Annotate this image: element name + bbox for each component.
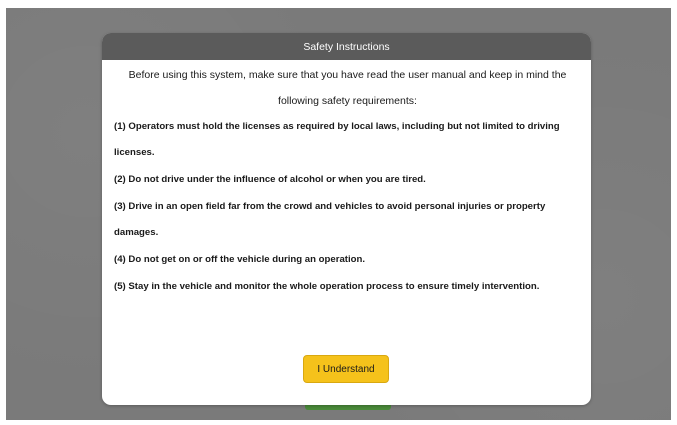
safety-dialog: Safety Instructions Before using this sy…: [102, 33, 591, 405]
intro-text: Before using this system, make sure that…: [128, 69, 567, 107]
safety-rule: (2) Do not drive under the influence of …: [114, 174, 426, 185]
safety-rule: (4) Do not get on or off the vehicle dur…: [114, 254, 366, 265]
app-screen: Safety Instructions Before using this sy…: [6, 8, 671, 420]
i-understand-button[interactable]: I Understand: [303, 355, 389, 383]
dialog-body: Before using this system, make sure that…: [102, 62, 591, 300]
safety-rule: (1) Operators must hold the licenses as …: [114, 121, 560, 158]
dialog-header: Safety Instructions: [102, 33, 591, 60]
dialog-title: Safety Instructions: [303, 40, 390, 53]
safety-rule: (3) Drive in an open field far from the …: [114, 201, 546, 238]
safety-rules-list: (1) Operators must hold the licenses as …: [114, 114, 581, 300]
safety-rule: (5) Stay in the vehicle and monitor the …: [114, 281, 540, 292]
